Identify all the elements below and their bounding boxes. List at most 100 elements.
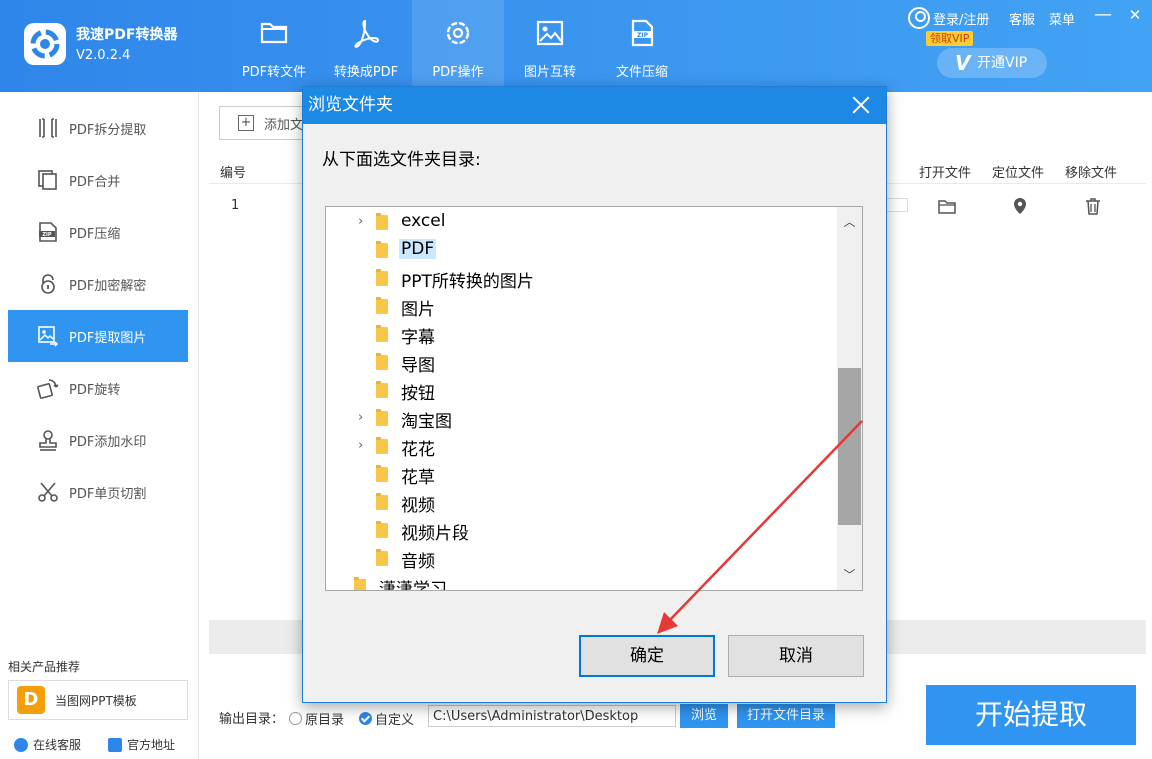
column-locate-file: 定位文件 — [992, 166, 1045, 181]
sidebar-item-label: PDF压缩 — [69, 226, 121, 242]
sidebar: PDF拆分提取 PDF合并 ZIP PDF压缩 PDF加密解密 PDF提取图片 … — [0, 92, 199, 759]
folder-item[interactable]: 按钮 — [326, 377, 826, 404]
app-version: V2.0.2.4 — [76, 48, 131, 63]
scroll-up-icon[interactable]: ︿ — [837, 211, 862, 233]
sidebar-item-encrypt[interactable]: PDF加密解密 — [8, 258, 188, 310]
sidebar-item-label: PDF单页切割 — [69, 486, 147, 502]
expand-chevron-icon[interactable]: › — [358, 215, 368, 228]
lock-icon — [41, 274, 55, 294]
sidebar-item-label: PDF旋转 — [69, 382, 121, 398]
recommend-product[interactable]: D 当图网PPT模板 — [8, 680, 188, 720]
folder-item[interactable]: 导图 — [326, 349, 826, 376]
folder-item[interactable]: PDF — [326, 237, 826, 263]
folder-icon — [376, 269, 388, 286]
login-label: 登录/注册 — [933, 12, 990, 28]
sidebar-item-merge[interactable]: PDF合并 — [8, 154, 188, 206]
split-icon — [39, 118, 57, 138]
app-logo-icon — [24, 23, 66, 65]
service-link[interactable]: 客服 — [1009, 9, 1035, 28]
sidebar-item-split[interactable]: PDF拆分提取 — [8, 102, 188, 154]
ok-button[interactable]: 确定 — [579, 635, 715, 677]
home-icon — [108, 737, 122, 752]
sidebar-item-compress[interactable]: ZIP PDF压缩 — [8, 206, 188, 258]
folder-item[interactable]: PPT所转换的图片 — [326, 265, 826, 292]
column-remove-file: 移除文件 — [1065, 166, 1118, 181]
menu-link[interactable]: 菜单 — [1049, 9, 1075, 28]
recommend-title: 相关产品推荐 — [8, 660, 81, 674]
online-service-link[interactable]: 在线客服 — [14, 736, 81, 753]
start-extract-button[interactable]: 开始提取 — [926, 685, 1136, 745]
user-icon — [908, 7, 930, 29]
tab-pdf-to-file[interactable]: PDF转文件 — [228, 0, 320, 92]
folder-name: 潇潇学习 — [379, 580, 447, 591]
folder-item[interactable]: 花草 — [326, 461, 826, 488]
scrollbar-thumb[interactable] — [838, 368, 861, 525]
folder-item[interactable]: 视频片段 — [326, 517, 826, 544]
cancel-button[interactable]: 取消 — [728, 635, 864, 677]
merge-icon — [38, 170, 57, 190]
close-window-button[interactable]: ✕ — [1124, 4, 1146, 26]
radio-original-dir[interactable]: 原目录 — [289, 709, 344, 728]
expand-chevron-icon[interactable]: › — [358, 439, 368, 452]
folder-icon — [376, 213, 388, 230]
folder-icon — [376, 241, 388, 258]
vip-button-label: 开通VIP — [977, 55, 1028, 71]
rotate-icon — [37, 379, 59, 399]
folder-name: 按钮 — [401, 384, 435, 404]
image-icon — [536, 20, 564, 46]
sidebar-item-rotate[interactable]: PDF旋转 — [8, 362, 188, 414]
scroll-down-icon[interactable]: ﹀ — [837, 564, 862, 586]
tab-label: 转换成PDF — [333, 65, 399, 80]
dialog-close-icon[interactable] — [850, 94, 872, 116]
folder-icon — [376, 493, 388, 510]
tab-label: 图片互转 — [523, 65, 576, 80]
radio-custom-dir[interactable]: 自定义 — [359, 709, 414, 728]
folder-item[interactable]: › excel — [326, 209, 826, 235]
tab-file-compress[interactable]: ZIP 文件压缩 — [596, 0, 688, 92]
sidebar-item-cut[interactable]: PDF单页切割 — [8, 466, 188, 518]
folder-icon — [260, 22, 288, 44]
location-pin-icon[interactable] — [1010, 196, 1030, 216]
folder-item[interactable]: 潇潇学习 — [326, 573, 826, 591]
open-folder-icon[interactable] — [937, 196, 957, 216]
expand-chevron-icon[interactable]: › — [358, 411, 368, 424]
folder-icon — [376, 325, 388, 342]
radio-custom-label: 自定义 — [375, 713, 415, 728]
folder-name: 导图 — [401, 356, 435, 376]
folder-name: 图片 — [401, 300, 435, 320]
folder-name: 字幕 — [401, 328, 435, 348]
tab-convert-to-pdf[interactable]: 转换成PDF — [320, 0, 412, 92]
sidebar-item-label: PDF拆分提取 — [69, 122, 147, 138]
folder-item[interactable]: 字幕 — [326, 321, 826, 348]
official-site-link[interactable]: 官方地址 — [108, 736, 175, 753]
browse-button[interactable]: 浏览 — [680, 704, 728, 728]
zip-icon: ZIP — [39, 222, 57, 242]
tree-scrollbar[interactable]: ︿ ﹀ — [837, 207, 862, 590]
folder-icon — [376, 549, 388, 566]
output-path-input[interactable] — [428, 705, 676, 727]
scissors-icon — [38, 482, 58, 502]
trash-icon[interactable] — [1083, 196, 1103, 216]
folder-item[interactable]: 音频 — [326, 545, 826, 572]
minimize-button[interactable]: — — [1092, 4, 1114, 26]
app-name: 我速PDF转换器 — [76, 27, 178, 43]
product-logo-icon: D — [17, 686, 45, 714]
column-no: 编号 — [220, 166, 247, 181]
folder-item[interactable]: › 花花 — [326, 433, 826, 460]
folder-name: 淘宝图 — [401, 412, 452, 432]
login-link[interactable]: 登录/注册 — [908, 7, 989, 29]
row-number: 1 — [231, 198, 240, 213]
open-vip-button[interactable]: V 开通VIP — [937, 48, 1047, 78]
folder-item[interactable]: › 淘宝图 — [326, 405, 826, 432]
sidebar-item-watermark[interactable]: PDF添加水印 — [8, 414, 188, 466]
sidebar-item-extract-image[interactable]: PDF提取图片 — [8, 310, 188, 362]
tab-pdf-operations[interactable]: PDF操作 — [412, 0, 504, 92]
folder-name: 视频片段 — [401, 524, 469, 544]
folder-icon — [376, 521, 388, 538]
folder-item[interactable]: 视频 — [326, 489, 826, 516]
get-vip-badge[interactable]: 领取VIP — [926, 31, 974, 46]
tab-image-convert[interactable]: 图片互转 — [504, 0, 596, 92]
folder-name: 视频 — [401, 496, 435, 516]
open-dir-button[interactable]: 打开文件目录 — [737, 704, 835, 728]
folder-item[interactable]: 图片 — [326, 293, 826, 320]
